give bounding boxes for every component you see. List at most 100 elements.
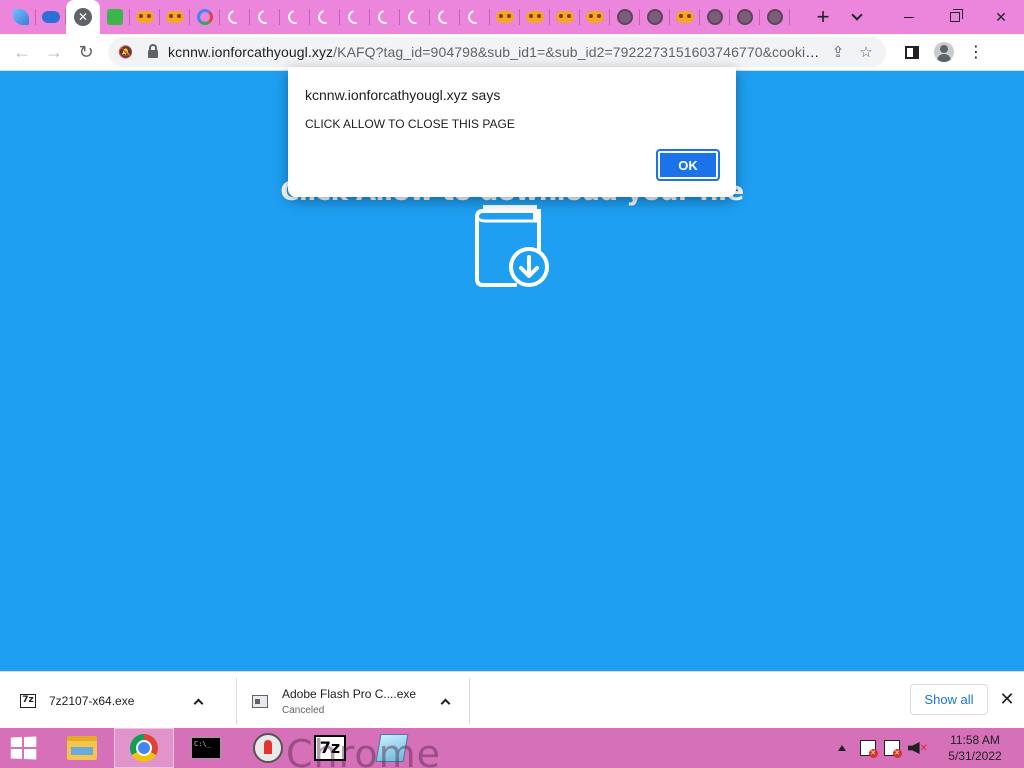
url-text[interactable]: kcnnw.ionforcathyougl.xyz/KAFQ?tag_id=90… — [168, 44, 824, 60]
tab-globe[interactable] — [610, 0, 640, 34]
more-vert-icon: ⋮ — [968, 44, 984, 61]
globe-icon — [707, 9, 723, 25]
tab-strip: ✕ + ✕ — [0, 0, 1024, 34]
close-shelf-button[interactable]: ✕ — [998, 688, 1016, 710]
tab-globe[interactable] — [640, 0, 670, 34]
tab-green-box[interactable] — [100, 0, 130, 34]
system-tray: ✕ ✕ ✕ 11:58 AM 5/31/2022 — [837, 728, 1024, 768]
tab-gamepad[interactable] — [580, 0, 610, 34]
gamepad-icon — [586, 11, 604, 23]
minimize-button[interactable] — [886, 0, 932, 34]
7z-icon: 7z — [20, 694, 36, 708]
profile-button[interactable] — [928, 36, 960, 68]
browser-toolbar: ← → ↻ 🔕 kcnnw.ionforcathyougl.xyz/KAFQ?t… — [0, 34, 1024, 71]
tab-loading[interactable] — [400, 0, 430, 34]
app-window-icon — [252, 694, 268, 708]
loading-spinner-icon — [465, 7, 485, 27]
chevron-down-icon — [851, 9, 863, 21]
network-icon[interactable]: ✕ — [883, 740, 902, 758]
chrome-icon — [130, 734, 158, 762]
tab-loading[interactable] — [280, 0, 310, 34]
gamepad-icon — [136, 11, 154, 23]
tab-search-button[interactable] — [840, 0, 874, 34]
download-item[interactable]: 7z 7z2107-x64.exe — [20, 679, 226, 723]
restore-icon — [950, 9, 963, 22]
loading-spinner-icon — [435, 7, 455, 27]
share-icon[interactable]: ⇪ — [824, 38, 852, 66]
chevron-up-icon[interactable] — [193, 698, 204, 708]
lock-icon[interactable] — [148, 43, 158, 58]
window-close-button[interactable]: ✕ — [978, 0, 1024, 34]
tab-gamepad[interactable] — [490, 0, 520, 34]
tab-globe[interactable] — [730, 0, 760, 34]
show-hidden-icons-icon[interactable] — [837, 745, 846, 751]
loading-spinner-icon — [405, 7, 425, 27]
alert-title: kcnnw.ionforcathyougl.xyz says — [305, 87, 501, 103]
download-file-icon — [475, 205, 549, 287]
controller-icon — [42, 11, 60, 23]
tab-loading[interactable] — [460, 0, 490, 34]
forward-button[interactable]: → — [38, 36, 70, 68]
back-button[interactable]: ← — [6, 36, 38, 68]
arrow-left-icon: ← — [13, 41, 31, 62]
tab-loading[interactable] — [430, 0, 460, 34]
taskbar-file-explorer[interactable] — [52, 728, 112, 768]
notifications-blocked-icon[interactable]: 🔕 — [118, 45, 138, 59]
profile-icon — [934, 42, 954, 62]
show-all-button[interactable]: Show all — [910, 684, 988, 715]
reload-icon: ↻ — [78, 41, 94, 62]
tab-gamepad[interactable] — [670, 0, 700, 34]
alert-message: CLICK ALLOW TO CLOSE THIS PAGE — [305, 117, 515, 131]
close-icon[interactable]: ✕ — [74, 8, 92, 26]
taskbar-chrome[interactable] — [114, 728, 174, 768]
restore-button[interactable] — [932, 0, 978, 34]
download-filename: Adobe Flash Pro C....exe — [282, 686, 417, 701]
side-panel-icon — [905, 45, 919, 59]
tab-google[interactable] — [190, 0, 220, 34]
loading-spinner-icon — [375, 7, 395, 27]
tab-globe[interactable] — [760, 0, 790, 34]
gamepad-icon — [496, 11, 514, 23]
muted-x-icon: ✕ — [919, 742, 928, 754]
gamepad-icon — [526, 11, 544, 23]
download-status: Canceled — [282, 704, 325, 716]
download-divider — [236, 678, 237, 724]
tab-loading[interactable] — [370, 0, 400, 34]
tab-loading[interactable] — [340, 0, 370, 34]
ok-button[interactable]: OK — [656, 149, 720, 181]
volume-icon[interactable] — [907, 742, 920, 754]
start-button[interactable] — [0, 728, 46, 768]
download-item[interactable]: Adobe Flash Pro C....exe Canceled — [252, 679, 458, 723]
green-box-icon — [107, 9, 123, 25]
clock-date: 5/31/2022 — [948, 749, 1002, 763]
window-controls: ✕ — [840, 0, 1024, 34]
tab-gamepad[interactable] — [520, 0, 550, 34]
tab-gamepad[interactable] — [130, 0, 160, 34]
action-center-flag-icon[interactable]: ✕ — [859, 740, 878, 758]
loading-spinner-icon — [345, 7, 365, 27]
tab-loading[interactable] — [220, 0, 250, 34]
tab-gamepad[interactable] — [160, 0, 190, 34]
side-panel-button[interactable] — [896, 36, 928, 68]
tab-loading[interactable] — [250, 0, 280, 34]
taskbar-command-prompt[interactable]: C:\_ — [176, 728, 236, 768]
tab-list: ✕ + — [0, 0, 838, 34]
url-host: kcnnw.ionforcathyougl.xyz — [168, 44, 334, 60]
reload-button[interactable]: ↻ — [70, 36, 102, 68]
tab-gamepad[interactable] — [550, 0, 580, 34]
tab-feather[interactable] — [6, 0, 36, 34]
bookmark-star-icon[interactable]: ☆ — [852, 38, 880, 66]
download-text: Adobe Flash Pro C....exe Canceled — [282, 687, 438, 716]
tab-active[interactable]: ✕ — [66, 0, 100, 34]
tab-globe[interactable] — [700, 0, 730, 34]
system-clock[interactable]: 11:58 AM 5/31/2022 — [940, 732, 1010, 764]
menu-button[interactable]: ⋮ — [960, 36, 992, 68]
new-tab-button[interactable]: + — [808, 2, 838, 32]
gamepad-icon — [166, 11, 184, 23]
address-bar[interactable]: 🔕 kcnnw.ionforcathyougl.xyz/KAFQ?tag_id=… — [108, 37, 886, 67]
tab-controller[interactable] — [36, 0, 66, 34]
chevron-up-icon[interactable] — [440, 698, 451, 708]
tab-loading[interactable] — [310, 0, 340, 34]
loading-spinner-icon — [255, 7, 275, 27]
loading-spinner-icon — [315, 7, 335, 27]
